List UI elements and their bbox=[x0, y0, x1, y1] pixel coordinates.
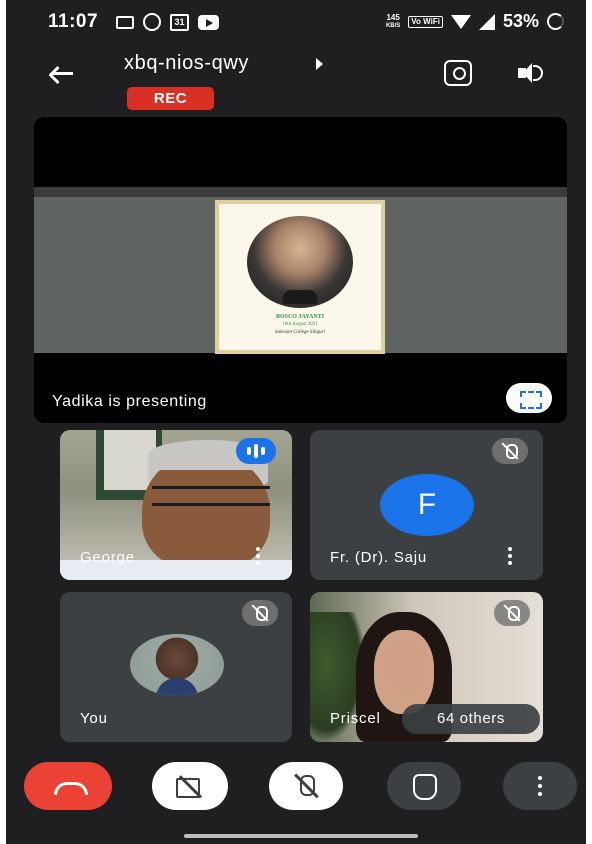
participant-tile-george[interactable]: George bbox=[60, 430, 292, 580]
speaker-icon[interactable] bbox=[518, 62, 544, 84]
participant-tile-priscel[interactable]: Priscel 64 others bbox=[310, 592, 543, 742]
status-time: 11:07 bbox=[48, 11, 99, 32]
back-arrow-icon[interactable] bbox=[48, 60, 76, 88]
battery-icon bbox=[547, 13, 564, 30]
recording-badge: REC bbox=[127, 87, 214, 110]
network-speed-unit: KB/S bbox=[385, 22, 401, 29]
camera-off-button[interactable] bbox=[152, 762, 228, 810]
card-title: BOSCO JAYANTI bbox=[275, 314, 325, 320]
avatar bbox=[130, 634, 224, 696]
network-speed: 145 KB/S bbox=[385, 12, 401, 30]
home-indicator[interactable] bbox=[184, 834, 418, 838]
system-icons: 145 KB/S Vo WiFi 53% bbox=[386, 11, 564, 32]
caret-right-icon[interactable] bbox=[316, 58, 323, 70]
battery-level: 53% bbox=[502, 11, 539, 31]
participant-tile-saju[interactable]: F Fr. (Dr). Saju bbox=[310, 430, 543, 580]
screen-record-icon bbox=[116, 15, 134, 29]
participant-tile-you[interactable]: You bbox=[60, 592, 292, 742]
network-speed-value: 145 bbox=[386, 12, 400, 22]
notification-icons: 31 bbox=[116, 13, 219, 31]
card-date: 16th August 2021 bbox=[282, 322, 318, 327]
fullscreen-icon[interactable] bbox=[506, 383, 552, 413]
signal-icon bbox=[478, 13, 495, 30]
vowifi-icon: Vo WiFi bbox=[408, 15, 443, 28]
others-count-button[interactable]: 64 others bbox=[402, 704, 540, 734]
shared-slide: BOSCO JAYANTI 16th August 2021 Salesian … bbox=[34, 197, 567, 354]
meet-screen: 11:07 31 145 KB/S Vo WiFi 53% xbq-nios-q… bbox=[6, 0, 586, 844]
wifi-icon bbox=[450, 14, 471, 29]
slide-card: BOSCO JAYANTI 16th August 2021 Salesian … bbox=[215, 200, 385, 354]
slide-toolbar bbox=[34, 187, 567, 197]
participant-name: George bbox=[80, 549, 135, 566]
status-bar: 11:07 31 145 KB/S Vo WiFi 53% bbox=[6, 0, 586, 44]
mic-off-icon bbox=[492, 438, 528, 464]
switch-camera-icon[interactable] bbox=[444, 60, 472, 86]
calendar-icon: 31 bbox=[170, 13, 189, 31]
avatar: F bbox=[380, 474, 474, 536]
meeting-code[interactable]: xbq-nios-qwy bbox=[124, 52, 249, 75]
mic-off-icon bbox=[242, 600, 278, 626]
participant-name: Fr. (Dr). Saju bbox=[330, 549, 428, 566]
presentation-tile[interactable]: BOSCO JAYANTI 16th August 2021 Salesian … bbox=[34, 117, 567, 423]
glasses bbox=[152, 486, 270, 506]
more-vert-icon[interactable] bbox=[256, 547, 260, 565]
participant-name: You bbox=[80, 710, 108, 727]
more-vert-icon[interactable] bbox=[508, 547, 512, 565]
youtube-icon bbox=[198, 14, 219, 30]
speaking-indicator-icon bbox=[236, 438, 276, 464]
presenting-label: Yadika is presenting bbox=[52, 393, 207, 410]
participant-name: Priscel bbox=[330, 710, 381, 727]
card-college: Salesian College Siliguri bbox=[275, 330, 325, 335]
participant-video bbox=[382, 636, 428, 696]
whatsapp-icon bbox=[143, 13, 161, 31]
end-call-button[interactable] bbox=[24, 762, 112, 810]
raise-hand-button[interactable] bbox=[387, 762, 461, 810]
mic-off-icon bbox=[494, 600, 530, 626]
more-options-button[interactable] bbox=[503, 762, 577, 810]
mic-off-button[interactable] bbox=[269, 762, 343, 810]
